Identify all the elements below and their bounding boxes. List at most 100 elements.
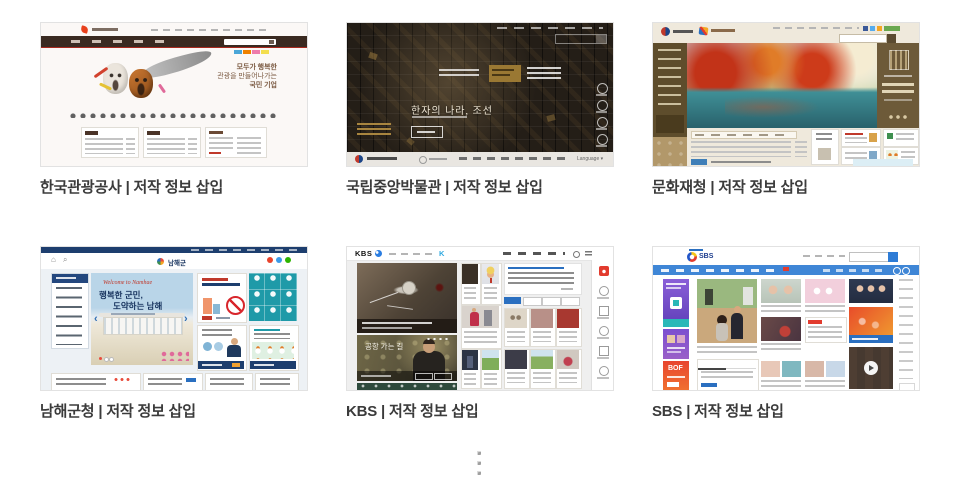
ad-logo-block: [670, 297, 682, 309]
carousel-dot-active[interactable]: [99, 357, 102, 360]
cha-tabs: [691, 131, 797, 139]
namhae-bottom-card-1: [51, 373, 141, 390]
sbs-variety-thumb[interactable]: [805, 279, 845, 303]
grid-card-lines: [533, 372, 551, 383]
cha-logo-text: [673, 30, 693, 33]
toolbar-icon[interactable]: [599, 306, 609, 316]
small-thumb[interactable]: [761, 361, 780, 377]
small-thumb[interactable]: [826, 361, 845, 377]
kto-quicklinks-col1: [209, 137, 233, 151]
cha-banner-dots: [889, 115, 909, 119]
namhae-tour-title-teal: [254, 329, 280, 331]
sbs-search-button[interactable]: [888, 252, 898, 262]
kto-tab-pink: [252, 50, 260, 54]
sbs-ad-banner-2[interactable]: [663, 329, 689, 359]
carousel-dot[interactable]: [109, 357, 114, 362]
toolbar-icon[interactable]: [599, 326, 609, 336]
thumbnail-sbs[interactable]: SBS BOF: [652, 246, 920, 391]
cha-banner-line: [884, 99, 912, 101]
board-tab[interactable]: [726, 360, 756, 369]
kbs-tab[interactable]: [561, 297, 580, 306]
pagination-dot[interactable]: [477, 451, 481, 455]
namhae-flower-bed: [161, 351, 189, 361]
kto-tab-orange: [243, 50, 251, 54]
museum-type-blocks-bg: [347, 23, 613, 166]
play-button[interactable]: [864, 361, 878, 375]
thumbnail-cha[interactable]: [652, 22, 920, 167]
kbs-tab[interactable]: [542, 297, 561, 306]
namhae-mayor-lines: [202, 329, 232, 336]
toolbar-icon[interactable]: [599, 346, 609, 356]
board-chip-blue: [701, 383, 717, 387]
footer-label: [254, 364, 274, 366]
sns-circle-icon[interactable]: [893, 267, 901, 275]
toolbar-label: [597, 357, 609, 359]
sbs-video-player-card[interactable]: [849, 347, 893, 389]
namhae-carousel: Welcome to Namhae 행복한 군민, 도약하는 남해 ‹ ›: [91, 273, 193, 365]
kbs-blackboard-card: [357, 383, 457, 390]
sbs-ad-banner-1[interactable]: [663, 279, 689, 327]
hot-issue-icon[interactable]: [599, 266, 609, 276]
portfolio-gallery-page: 모두가 행복한 관광을 만들어나가는 국민 기업 한국관광공사 | 저작 정보 …: [0, 0, 960, 500]
sns-circle-icon[interactable]: [902, 267, 910, 275]
small-thumb[interactable]: [805, 361, 824, 377]
cha-mini-card-lines: [816, 133, 832, 143]
namhae-topbar-links: [191, 249, 297, 251]
sbs-drama-thumb[interactable]: [761, 279, 801, 303]
thumbnail-kbs[interactable]: KBS K 공항 가는 길: [346, 246, 614, 391]
toolbar-icon[interactable]: [599, 366, 609, 376]
pagination-dot[interactable]: [477, 471, 481, 475]
thumbnail-kto[interactable]: 모두가 행복한 관광을 만들어나가는 국민 기업: [40, 22, 308, 167]
sbs-nav-items: [661, 269, 781, 272]
namhae-bottom-card-3: [205, 373, 253, 390]
sbs-drama-thumb[interactable]: [761, 317, 801, 341]
building-illustration-blue: [213, 304, 220, 314]
kbs-tab[interactable]: [523, 297, 542, 306]
headline-links[interactable]: [508, 272, 574, 286]
kbs-news-card: [461, 349, 481, 389]
board-tab-active[interactable]: [698, 360, 726, 370]
chevron-right-icon[interactable]: ›: [184, 313, 188, 325]
ad-text-line: [667, 351, 681, 353]
gallery-item-namhae: ⌂ ⌕ 남해군 Welcome to Namhae 행복한 군민, 도약하는 남…: [40, 246, 308, 421]
thumbnail-museum[interactable]: 한자의 나라, 조선 Language ▾: [346, 22, 614, 167]
sbs-search-input[interactable]: [849, 252, 889, 262]
small-thumb[interactable]: [782, 361, 801, 377]
bottom-card-dots-red: [114, 378, 132, 381]
headline-link-active[interactable]: [508, 267, 564, 269]
toolbar-icon[interactable]: [599, 286, 609, 296]
pagination-dot[interactable]: [477, 461, 481, 465]
sbs-suits-thumb[interactable]: [849, 279, 893, 303]
headline-pager[interactable]: [561, 288, 573, 290]
sbs-ad-banner-bof[interactable]: BOF: [663, 361, 689, 390]
search-icon: ⌕: [63, 255, 68, 264]
thumbnail-namhae[interactable]: ⌂ ⌕ 남해군 Welcome to Namhae 행복한 군민, 도약하는 남…: [40, 246, 308, 391]
kbs-tab-active[interactable]: [504, 297, 521, 304]
namhae-mayor-footer: [198, 361, 244, 369]
small-thumb-text: [805, 380, 845, 388]
inkigayo-caption-strip: [849, 335, 893, 343]
search-icon[interactable]: [573, 251, 580, 258]
sbs-featured-drama-card[interactable]: [697, 279, 757, 343]
caption-kbs: KBS | 저작 정보 삽입: [346, 403, 479, 420]
gallery-item-cha: 문화재청 | 저작 정보 삽입: [652, 22, 920, 197]
trump-tie: [490, 278, 492, 283]
sbs-thumb-text: [761, 343, 801, 352]
speech-bubble-icon: [203, 342, 212, 351]
carousel-button[interactable]: [434, 373, 452, 380]
cha-banner-text: [882, 83, 914, 93]
museum-cert-icon: [419, 156, 427, 164]
kto-news-card-1: [81, 127, 139, 158]
news-card-lines: [464, 331, 497, 344]
sbs-inkigayo-card[interactable]: [849, 307, 893, 343]
bof-ad-text: BOF: [668, 365, 683, 372]
museum-subline: [412, 116, 467, 118]
cha-right-card-1: [883, 129, 919, 147]
cha-banner-line: [884, 75, 912, 77]
caption-namhae: 남해군청 | 저작 정보 삽입: [40, 403, 196, 420]
museum-exhibit-credit-lines: [357, 123, 391, 137]
menu-icon[interactable]: [585, 251, 592, 257]
chevron-left-icon[interactable]: ‹: [94, 313, 98, 325]
namhae-menu-header-label: [56, 277, 76, 279]
carousel-button[interactable]: [415, 373, 433, 380]
